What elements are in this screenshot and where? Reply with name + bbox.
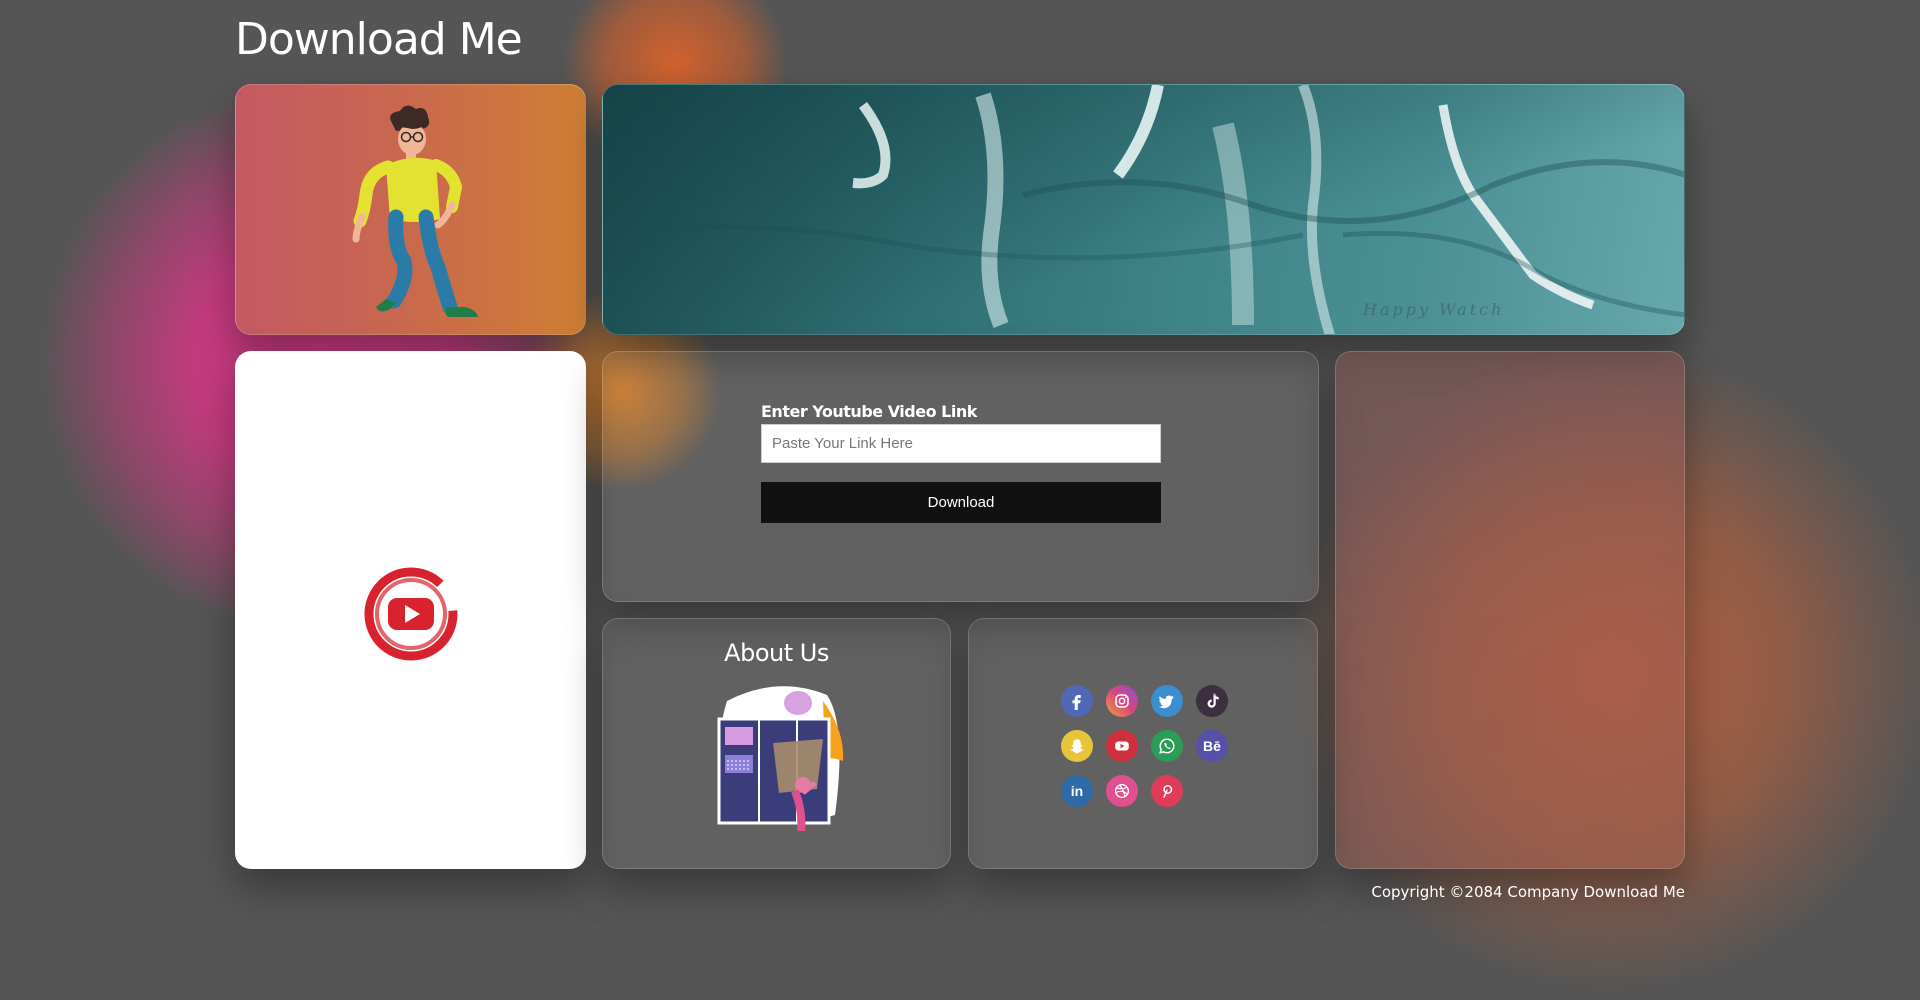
about-title: About Us xyxy=(724,639,829,667)
about-card: About Us xyxy=(602,618,951,869)
pinterest-icon[interactable] xyxy=(1151,775,1183,807)
hero-card xyxy=(235,84,586,335)
snapchat-icon[interactable] xyxy=(1061,730,1093,762)
social-card: Bē in xyxy=(968,618,1318,869)
download-form-card: Enter Youtube Video Link Download xyxy=(602,351,1319,602)
banner-card: Happy Watch xyxy=(602,84,1685,335)
dribbble-icon[interactable] xyxy=(1106,775,1138,807)
download-button[interactable]: Download xyxy=(761,482,1161,523)
facebook-icon[interactable] xyxy=(1061,685,1093,717)
side-panel-card xyxy=(1335,351,1685,869)
twitter-icon[interactable] xyxy=(1151,685,1183,717)
about-illustration xyxy=(717,686,844,831)
banner-watermark: Happy Watch xyxy=(1362,300,1504,319)
youtube-card xyxy=(235,351,586,869)
youtube-icon[interactable] xyxy=(1106,730,1138,762)
ocean-waves-image: Happy Watch xyxy=(603,85,1684,334)
dancing-man-illustration xyxy=(352,105,478,317)
behance-icon[interactable]: Bē xyxy=(1196,730,1228,762)
copyright-text: Copyright ©2084 Company Download Me xyxy=(1371,883,1685,901)
page-title: Download Me xyxy=(235,14,523,65)
tiktok-icon[interactable] xyxy=(1196,685,1228,717)
video-link-input[interactable] xyxy=(761,424,1161,463)
youtube-logo-icon xyxy=(364,567,458,661)
video-link-label: Enter Youtube Video Link xyxy=(761,402,977,421)
linkedin-icon[interactable]: in xyxy=(1061,775,1093,807)
whatsapp-icon[interactable] xyxy=(1151,730,1183,762)
instagram-icon[interactable] xyxy=(1106,685,1138,717)
social-icons-grid: Bē in xyxy=(1061,685,1241,807)
